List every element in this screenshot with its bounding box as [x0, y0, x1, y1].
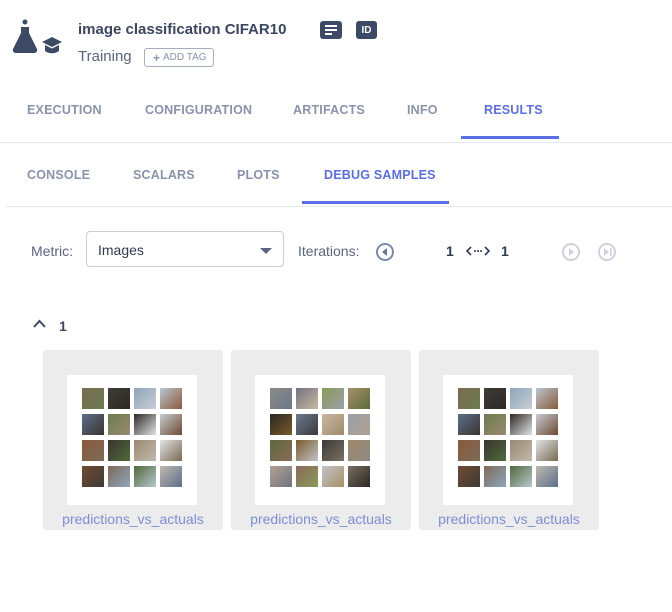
image-tile [322, 388, 344, 409]
image-grid [458, 388, 558, 488]
image-tile [270, 466, 292, 487]
sample-label: predictions_vs_actuals [438, 511, 580, 527]
metric-label: Metric: [31, 243, 73, 259]
experiment-icon [12, 18, 62, 62]
image-tile [348, 388, 370, 409]
image-tile [270, 414, 292, 435]
tab-debug-samples[interactable]: DEBUG SAMPLES [324, 168, 436, 182]
image-tile [536, 466, 558, 487]
image-tile [108, 414, 130, 435]
image-tile [510, 440, 532, 461]
next-iteration-button[interactable] [562, 243, 580, 261]
metric-select-value: Images [98, 242, 144, 258]
group-title: 1 [59, 318, 67, 334]
image-tile [510, 466, 532, 487]
image-tile [82, 466, 104, 487]
previous-iteration-button[interactable] [376, 243, 394, 261]
image-tile [108, 466, 130, 487]
image-tile [296, 414, 318, 435]
tab-plots[interactable]: PLOTS [237, 168, 280, 182]
image-tile [270, 440, 292, 461]
image-tile [322, 466, 344, 487]
plus-icon: + [153, 50, 161, 65]
last-iteration-button[interactable] [598, 243, 616, 261]
tab-results[interactable]: RESULTS [484, 103, 543, 117]
image-tile [270, 388, 292, 409]
active-subtab-indicator [302, 201, 449, 204]
image-tile [536, 440, 558, 461]
iteration-to: 1 [501, 243, 509, 259]
image-tile [348, 466, 370, 487]
image-grid [270, 388, 370, 488]
dropdown-caret-icon [260, 248, 272, 254]
sample-label: predictions_vs_actuals [62, 511, 204, 527]
image-tile [458, 388, 480, 409]
active-tab-indicator [461, 136, 559, 139]
image-tile [296, 440, 318, 461]
image-tile [82, 414, 104, 435]
sample-image[interactable] [67, 375, 197, 505]
image-tile [160, 388, 182, 409]
image-tile [458, 466, 480, 487]
description-button[interactable] [320, 21, 342, 39]
iterations-label: Iterations: [298, 243, 360, 259]
image-tile [484, 440, 506, 461]
image-tile [82, 440, 104, 461]
image-tile [296, 466, 318, 487]
tab-execution[interactable]: EXECUTION [27, 103, 102, 117]
image-tile [536, 414, 558, 435]
sub-tabs: CONSOLE SCALARS PLOTS DEBUG SAMPLES [6, 150, 672, 207]
image-tile [134, 440, 156, 461]
sample-image[interactable] [255, 375, 385, 505]
image-tile [348, 414, 370, 435]
image-tile [82, 388, 104, 409]
image-tile [134, 388, 156, 409]
main-tabs: EXECUTION CONFIGURATION ARTIFACTS INFO R… [0, 90, 672, 143]
image-tile [348, 440, 370, 461]
add-tag-button[interactable]: + ADD TAG [144, 48, 214, 67]
image-grid [82, 388, 182, 488]
chevron-right-icon [569, 248, 574, 256]
image-tile [322, 440, 344, 461]
page-title: image classification CIFAR10 [78, 21, 287, 38]
image-tile [160, 466, 182, 487]
image-tile [510, 388, 532, 409]
image-tile [296, 388, 318, 409]
tab-scalars[interactable]: SCALARS [133, 168, 195, 182]
id-button[interactable]: ID [356, 21, 377, 39]
image-tile [458, 414, 480, 435]
range-arrow-icon [466, 246, 490, 256]
debug-sample-card[interactable]: predictions_vs_actuals [231, 350, 411, 530]
status-label: Training [78, 48, 132, 65]
image-tile [484, 414, 506, 435]
image-tile [510, 414, 532, 435]
tab-artifacts[interactable]: ARTIFACTS [293, 103, 365, 117]
image-tile [160, 414, 182, 435]
image-tile [134, 466, 156, 487]
debug-sample-card[interactable]: predictions_vs_actuals [419, 350, 599, 530]
image-tile [160, 440, 182, 461]
metric-select[interactable]: Images [86, 231, 284, 267]
add-tag-label: ADD TAG [163, 52, 207, 63]
chevron-left-icon [382, 248, 387, 256]
collapse-chevron-icon[interactable] [33, 319, 46, 328]
image-tile [536, 388, 558, 409]
skip-to-end-icon [603, 248, 612, 256]
image-tile [322, 414, 344, 435]
iteration-from: 1 [446, 243, 454, 259]
debug-sample-card[interactable]: predictions_vs_actuals [43, 350, 223, 530]
image-tile [484, 388, 506, 409]
image-tile [108, 440, 130, 461]
image-tile [484, 466, 506, 487]
tab-console[interactable]: CONSOLE [27, 168, 90, 182]
image-tile [134, 414, 156, 435]
tab-info[interactable]: INFO [407, 103, 438, 117]
id-icon: ID [361, 24, 372, 36]
description-icon [325, 25, 337, 35]
tab-configuration[interactable]: CONFIGURATION [145, 103, 252, 117]
image-tile [108, 388, 130, 409]
sample-label: predictions_vs_actuals [250, 511, 392, 527]
sample-image[interactable] [443, 375, 573, 505]
image-tile [458, 440, 480, 461]
